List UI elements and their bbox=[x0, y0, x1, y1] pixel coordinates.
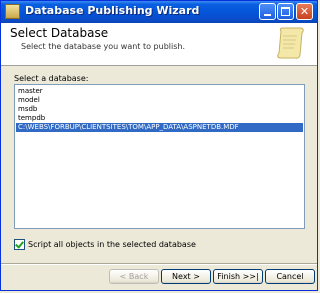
scroll-icon bbox=[277, 27, 304, 59]
page-title: Select Database bbox=[10, 26, 109, 40]
database-listbox[interactable]: master model msdb tempdb C:\WEBS\FORBUP\… bbox=[14, 84, 305, 229]
close-button[interactable]: ✕ bbox=[296, 3, 313, 20]
finish-button[interactable]: Finish >>| bbox=[213, 269, 263, 284]
list-item[interactable]: msdb bbox=[16, 105, 303, 114]
database-list-label: Select a database: bbox=[14, 74, 89, 83]
cancel-button[interactable]: Cancel bbox=[265, 269, 315, 284]
close-icon: ✕ bbox=[299, 5, 310, 18]
list-item[interactable]: master bbox=[16, 87, 303, 96]
list-item[interactable]: model bbox=[16, 96, 303, 105]
title-bar[interactable]: Database Publishing Wizard ✕ bbox=[1, 1, 317, 23]
script-all-label[interactable]: Script all objects in the selected datab… bbox=[28, 240, 196, 249]
minimize-icon bbox=[264, 14, 271, 16]
page-subtitle: Select the database you want to publish. bbox=[21, 42, 185, 51]
maximize-button[interactable] bbox=[277, 3, 294, 20]
window-title: Database Publishing Wizard bbox=[25, 4, 200, 17]
maximize-icon bbox=[281, 7, 290, 16]
next-button[interactable]: Next > bbox=[161, 269, 211, 284]
list-item[interactable]: tempdb bbox=[16, 114, 303, 123]
back-button[interactable]: < Back bbox=[109, 269, 159, 284]
button-separator bbox=[1, 263, 317, 265]
wizard-header: Select Database Select the database you … bbox=[1, 23, 317, 66]
checkmark-icon bbox=[15, 239, 24, 249]
wizard-window: Database Publishing Wizard ✕ Select Data… bbox=[0, 0, 318, 291]
list-item-selected[interactable]: C:\WEBS\FORBUP\CLIENTSITES\TOM\APP_DATA\… bbox=[16, 123, 303, 132]
script-all-checkbox[interactable] bbox=[14, 239, 25, 250]
wizard-icon bbox=[5, 4, 20, 19]
minimize-button[interactable] bbox=[259, 3, 276, 20]
